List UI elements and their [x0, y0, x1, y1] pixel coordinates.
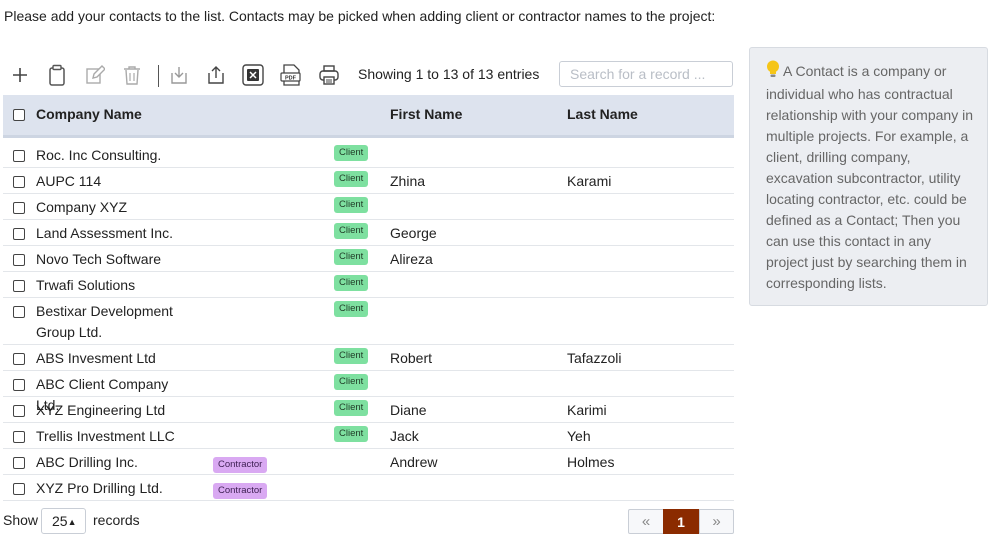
page-size-select[interactable]: 25▲︎ [41, 508, 86, 534]
row-checkbox[interactable] [13, 405, 25, 417]
toolbar: PDF Showing 1 to 13 of 13 entries [4, 60, 734, 90]
row-checkbox[interactable] [13, 150, 25, 162]
page-size-value: 25 [52, 513, 68, 529]
client-badge: Client [334, 426, 369, 442]
plus-icon[interactable] [7, 62, 33, 88]
contractor-badge: Contractor [213, 457, 268, 473]
prev-page-button[interactable]: « [628, 509, 664, 534]
last-name: Tafazzoli [567, 350, 622, 366]
last-name: Karami [567, 173, 612, 189]
trash-icon[interactable] [119, 62, 145, 88]
table-row[interactable]: Company XYZ Client [3, 194, 734, 220]
pdf-icon[interactable]: PDF [278, 62, 304, 88]
company-name: ABS Invesment Ltd [36, 350, 156, 366]
last-name: Yeh [567, 428, 591, 444]
search-input[interactable] [559, 61, 733, 87]
company-name: XYZ Engineering Ltd [36, 402, 166, 418]
client-badge: Client [334, 145, 369, 161]
next-page-button[interactable]: » [699, 509, 734, 534]
export-icon[interactable] [203, 62, 229, 88]
company-name: Roc. Inc Consulting. [36, 147, 162, 163]
info-text: A Contact is a company or individual who… [766, 63, 973, 291]
first-name: Zhina [390, 173, 426, 189]
table-row[interactable]: ABS Invesment Ltd Client Robert Tafazzoli [3, 345, 734, 371]
records-label: records [93, 512, 140, 528]
first-name: Alireza [390, 251, 433, 267]
table-row[interactable]: Bestixar Development Group Ltd. Client [3, 298, 734, 345]
table-row[interactable]: Land Assessment Inc. Client George [3, 220, 734, 246]
row-checkbox[interactable] [13, 353, 25, 365]
company-name: Bestixar Development Group Ltd. [36, 303, 173, 340]
row-checkbox[interactable] [13, 306, 25, 318]
client-badge: Client [334, 171, 369, 187]
excel-icon[interactable] [240, 62, 266, 88]
company-name: Land Assessment Inc. [36, 225, 173, 241]
entries-info: Showing 1 to 13 of 13 entries [358, 66, 540, 82]
intro-text: Please add your contacts to the list. Co… [4, 8, 716, 24]
svg-text:PDF: PDF [285, 76, 297, 82]
company-name: Trellis Investment LLC [36, 428, 175, 444]
company-name: AUPC 114 [36, 173, 102, 189]
table-row[interactable]: AUPC 114 Client Zhina Karami [3, 168, 734, 194]
print-icon[interactable] [316, 62, 342, 88]
table-body: Roc. Inc Consulting. Client AUPC 114 Client… [3, 138, 734, 501]
row-checkbox[interactable] [13, 228, 25, 240]
client-badge: Client [334, 301, 369, 317]
first-name: Diane [390, 402, 427, 418]
table-row[interactable]: ABC Drilling Inc. Contractor Andrew Holmes [3, 449, 734, 475]
company-name: ABC Drilling Inc. [36, 454, 138, 470]
client-badge: Client [334, 197, 369, 213]
client-badge: Client [334, 400, 369, 416]
info-box: A Contact is a company or individual who… [749, 47, 988, 306]
row-checkbox[interactable] [13, 431, 25, 443]
page-button-current[interactable]: 1 [663, 509, 699, 534]
company-name: Company XYZ [36, 199, 128, 215]
table-row[interactable]: XYZ Engineering Ltd Client Diane Karimi [3, 397, 734, 423]
select-all-checkbox[interactable] [13, 109, 25, 121]
show-label: Show [3, 512, 39, 528]
row-checkbox[interactable] [13, 202, 25, 214]
row-checkbox[interactable] [13, 457, 25, 469]
row-checkbox[interactable] [13, 379, 25, 391]
contractor-badge: Contractor [213, 483, 268, 499]
table-row[interactable]: ABC Client Company Ltd. Client [3, 371, 734, 413]
column-header-first-name[interactable]: First Name [390, 106, 462, 122]
company-name: XYZ Pro Drilling Ltd. [36, 480, 163, 496]
table-row[interactable]: Trwafi Solutions Client [3, 272, 734, 298]
company-name: Trwafi Solutions [36, 277, 136, 293]
last-name: Holmes [567, 454, 615, 470]
edit-icon[interactable] [82, 62, 108, 88]
select-arrows-icon: ▲︎ [67, 517, 77, 527]
lightbulb-icon [766, 60, 780, 84]
column-header-last-name[interactable]: Last Name [567, 106, 638, 122]
toolbar-divider [158, 65, 159, 87]
client-badge: Client [334, 374, 369, 390]
first-name: George [390, 225, 437, 241]
client-badge: Client [334, 223, 369, 239]
table-row[interactable]: Roc. Inc Consulting. Client [3, 138, 734, 168]
client-badge: Client [334, 249, 369, 265]
table-header: Company Name First Name Last Name [3, 95, 734, 138]
table-row[interactable]: Trellis Investment LLC Client Jack Yeh [3, 423, 734, 449]
row-checkbox[interactable] [13, 176, 25, 188]
row-checkbox[interactable] [13, 280, 25, 292]
first-name: Robert [390, 350, 433, 366]
first-name: Jack [390, 428, 419, 444]
clipboard-icon[interactable] [44, 62, 70, 88]
table-row[interactable]: Novo Tech Software Client Alireza [3, 246, 734, 272]
row-checkbox[interactable] [13, 483, 25, 495]
row-checkbox[interactable] [13, 254, 25, 266]
first-name: Andrew [390, 454, 438, 470]
contacts-table: Company Name First Name Last Name Roc. I… [3, 95, 734, 501]
table-row[interactable]: XYZ Pro Drilling Ltd. Contractor [3, 475, 734, 501]
column-header-company[interactable]: Company Name [36, 106, 142, 122]
client-badge: Client [334, 348, 369, 364]
client-badge: Client [334, 275, 369, 291]
import-icon[interactable] [166, 62, 192, 88]
company-name: Novo Tech Software [36, 251, 162, 267]
last-name: Karimi [567, 402, 607, 418]
